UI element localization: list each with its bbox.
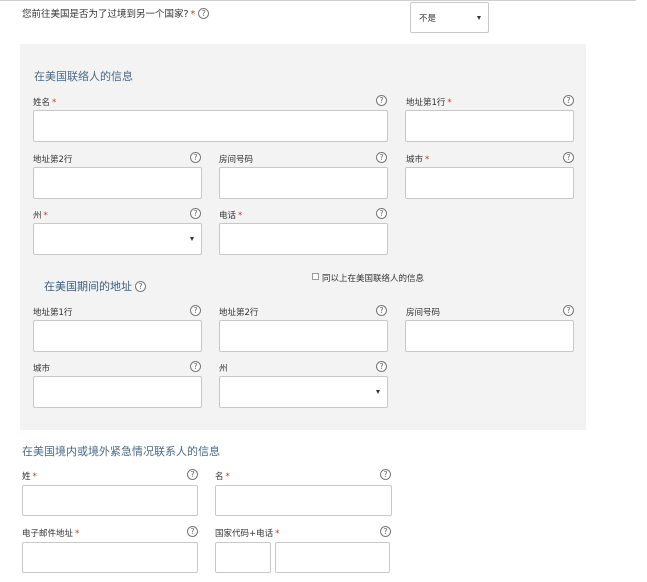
help-icon[interactable]: ? (187, 526, 198, 537)
stay-city-label: 城市 (33, 364, 51, 374)
contact-address2-input[interactable] (33, 167, 202, 199)
apt-label: 房间号码 (219, 155, 254, 165)
top-divider (0, 0, 636, 1)
same-address-label: 同以上在美国联络人的信息 (322, 274, 425, 284)
stay-state-select[interactable] (219, 376, 388, 408)
stay-address2-input[interactable] (219, 320, 388, 352)
contact-phone-input[interactable] (219, 223, 388, 255)
help-icon[interactable]: ? (190, 305, 201, 316)
contact-state-select[interactable] (33, 223, 202, 255)
transit-question: 您前往美国是否为了过境到另一个国家? *? (22, 6, 210, 20)
emergency-phone-input[interactable] (275, 542, 390, 573)
help-icon[interactable]: ? (376, 152, 387, 163)
help-icon[interactable]: ? (563, 152, 574, 163)
last-name-label: 姓 * (22, 472, 37, 482)
us-address-title: 在美国期间的地址? (44, 278, 146, 294)
chevron-down-icon (477, 15, 481, 20)
help-icon[interactable]: ? (198, 8, 210, 19)
checkbox[interactable] (312, 273, 319, 280)
contact-apt-input[interactable] (219, 167, 388, 199)
transit-question-text: 您前往美国是否为了过境到另一个国家? (22, 9, 189, 20)
help-icon[interactable]: ? (190, 361, 201, 372)
us-contact-title: 在美国联络人的信息 (34, 70, 133, 83)
chevron-down-icon (376, 390, 380, 394)
address2-label: 地址第2行 (33, 155, 73, 165)
state-label: 州 * (33, 211, 48, 221)
help-icon[interactable]: ? (376, 361, 387, 372)
stay-address1-input[interactable] (33, 320, 202, 352)
help-icon[interactable]: ? (563, 95, 574, 106)
contact-city-input[interactable] (405, 167, 574, 199)
transit-select-value: 不是 (419, 14, 437, 24)
country-phone-label: 国家代码+电话 * (215, 529, 280, 539)
chevron-down-icon (190, 237, 194, 241)
transit-select[interactable]: 不是 (410, 2, 489, 33)
help-icon[interactable]: ? (190, 208, 201, 219)
stay-city-input[interactable] (33, 376, 202, 408)
help-icon[interactable]: ? (376, 208, 387, 219)
first-name-label: 名 * (215, 472, 230, 482)
name-label: 姓名 * (33, 98, 57, 108)
help-icon[interactable]: ? (376, 95, 387, 106)
emergency-last-name-input[interactable] (22, 485, 198, 516)
stay-address1-label: 地址第1行 (33, 308, 73, 318)
help-icon[interactable]: ? (376, 305, 387, 316)
help-icon[interactable]: ? (187, 469, 198, 480)
required-mark: * (190, 9, 196, 20)
email-label: 电子邮件地址 * (22, 529, 80, 539)
contact-name-input[interactable] (33, 110, 388, 142)
phone-label: 电话 * (219, 211, 243, 221)
country-code-input[interactable] (215, 542, 271, 573)
help-icon[interactable]: ? (190, 152, 201, 163)
stay-address2-label: 地址第2行 (219, 308, 259, 318)
stay-apt-input[interactable] (405, 320, 574, 352)
same-address-checkbox[interactable]: 同以上在美国联络人的信息 (312, 266, 424, 285)
emergency-contact-title: 在美国境内或境外紧急情况联系人的信息 (22, 445, 220, 458)
stay-state-label: 州 (219, 364, 228, 374)
city-label: 城市 * (406, 155, 430, 165)
help-icon[interactable]: ? (380, 469, 391, 480)
help-icon[interactable]: ? (135, 280, 146, 292)
help-icon[interactable]: ? (380, 526, 391, 537)
address1-label: 地址第1行 * (406, 98, 452, 108)
emergency-first-name-input[interactable] (215, 485, 392, 516)
contact-address1-input[interactable] (405, 110, 574, 142)
help-icon[interactable]: ? (563, 305, 574, 316)
stay-apt-label: 房间号码 (406, 308, 441, 318)
emergency-email-input[interactable] (22, 542, 198, 573)
